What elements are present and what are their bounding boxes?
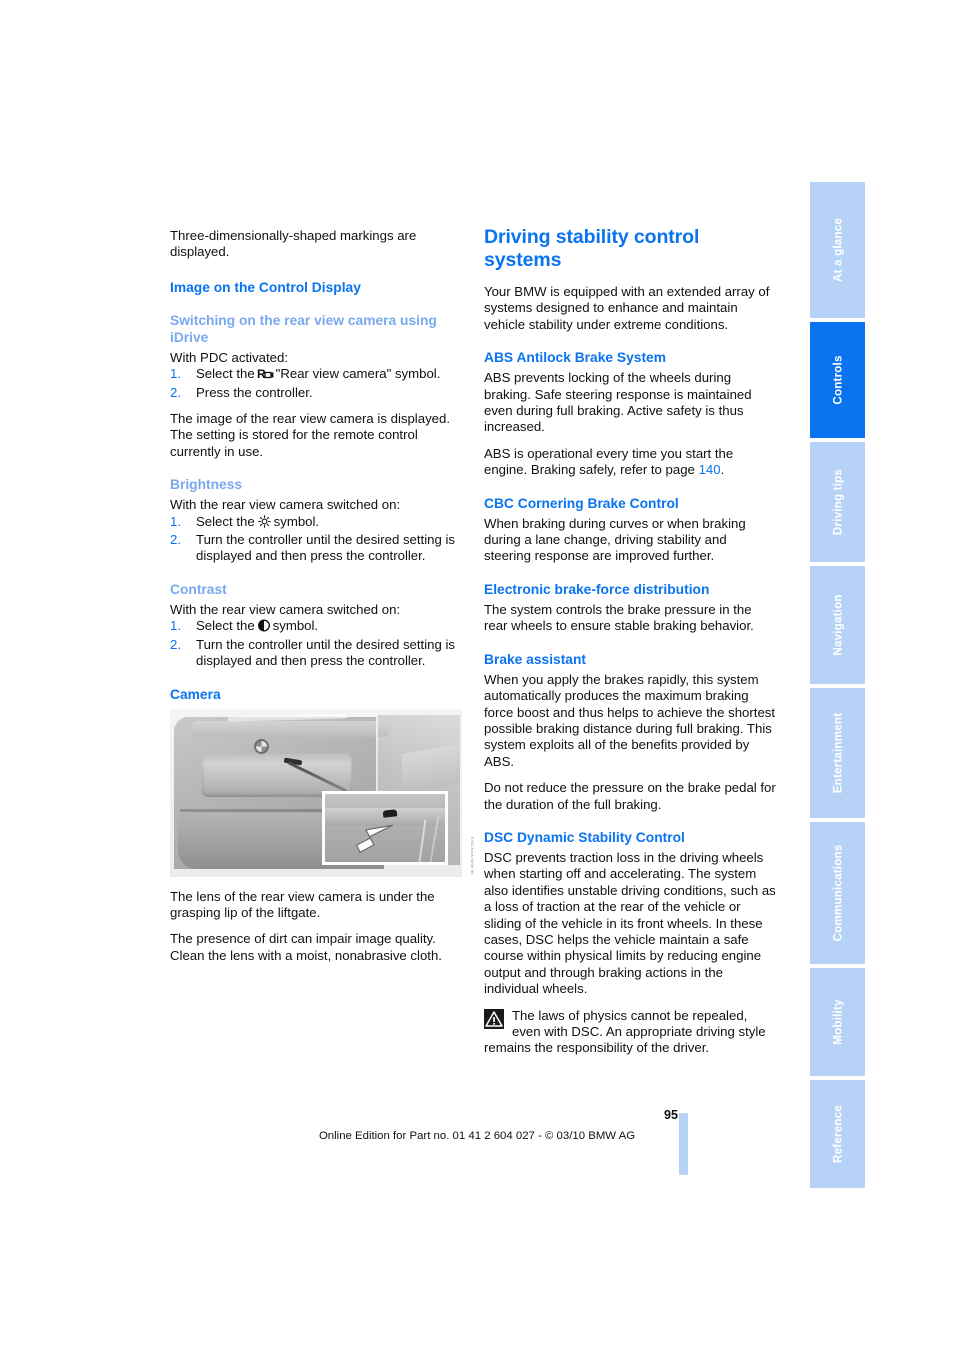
- manual-page: Three-dimensionally-shaped markings are …: [0, 0, 954, 1350]
- ebd-paragraph-1: The system controls the brake pressure i…: [484, 601, 754, 634]
- index-tab-navigation[interactable]: Navigation: [810, 566, 865, 684]
- warning-triangle-icon: [484, 1008, 504, 1029]
- heading-cbc: CBC Cornering Brake Control: [484, 495, 679, 511]
- list-item: 2. Press the controller.: [170, 385, 462, 401]
- contrast-steps: 1. Select the symbol. 2. Turn the controll…: [170, 618, 462, 669]
- cbc-paragraph-1: When braking during curves or when braki…: [484, 515, 746, 564]
- step-number: 1.: [170, 513, 181, 529]
- page-number: 95: [663, 1108, 678, 1122]
- step-text: Turn the controller until the desired se…: [196, 636, 455, 669]
- index-tab-communications[interactable]: Communications: [810, 822, 865, 964]
- abs-p2-text-post: .: [720, 462, 725, 478]
- heading-brake-assistant: Brake assistant: [484, 651, 587, 667]
- brake-assistant-paragraph-2: Do not reduce the pressure on the brake …: [484, 780, 776, 812]
- step-text-pre: Select the: [196, 513, 255, 529]
- heading-image-on-control-display: Image on the Control Display: [170, 279, 361, 295]
- index-tab-label: Navigation: [831, 594, 844, 656]
- index-tab-at-a-glance[interactable]: At a glance: [810, 182, 865, 318]
- heading-switching-on-rear-view-camera: Switching on the rear view camera using …: [170, 312, 437, 345]
- index-tab-entertainment[interactable]: Entertainment: [810, 688, 865, 818]
- step-text-pre: Select the: [196, 366, 255, 382]
- index-tab-label: Communications: [831, 844, 844, 942]
- bmw-roundel-icon: [254, 738, 269, 754]
- pointer-arrow-icon: [355, 824, 394, 853]
- index-tab-driving-tips[interactable]: Driving tips: [810, 442, 865, 562]
- list-item: 1. Select the symbol.: [170, 618, 462, 634]
- heading-camera: Camera: [170, 686, 221, 702]
- abs-paragraph-1: ABS prevents locking of the wheels durin…: [484, 370, 752, 435]
- index-tab-label: At a glance: [831, 217, 844, 283]
- page-number-bar: [679, 1113, 688, 1175]
- camera-text-2: The presence of dirt can impair image qu…: [170, 931, 442, 963]
- footer-text: Online Edition for Part no. 01 41 2 604 …: [318, 1130, 636, 1142]
- right-column: Driving stability control systems Your B…: [484, 226, 776, 1057]
- warning-note: The laws of physics cannot be repealed, …: [484, 1008, 776, 1057]
- contrast-half-circle-icon: [257, 619, 271, 632]
- step-number: 2.: [170, 384, 181, 400]
- switching-on-steps: 1. Select the R "Rear view camera" symbol…: [170, 366, 462, 401]
- brightness-sun-icon: [257, 514, 272, 528]
- index-tabs: At a glance Controls Driving tips Navigatio…: [810, 182, 865, 1192]
- list-item: 1. Select the symbol.: [170, 514, 462, 530]
- figure-credit: ENG.book Seite 95: [470, 836, 475, 875]
- switching-result-paragraph: The image of the rear view camera is dis…: [170, 411, 450, 459]
- pdc-activated-line: With PDC activated:: [170, 349, 288, 365]
- left-column: Three-dimensionally-shaped markings are …: [170, 228, 475, 974]
- brake-assistant-paragraph-1: When you apply the brakes rapidly, this …: [484, 671, 776, 769]
- step-text: Turn the controller until the desired se…: [196, 532, 455, 564]
- step-text: Press the controller.: [196, 384, 313, 400]
- index-tab-mobility[interactable]: Mobility: [810, 968, 865, 1076]
- dsc-paragraph-1: DSC prevents traction loss in the drivin…: [484, 849, 776, 997]
- driving-stability-intro: Your BMW is equipped with an extended ar…: [484, 284, 770, 332]
- list-item: 2. Turn the controller until the desired …: [170, 532, 462, 565]
- camera-text-1: The lens of the rear view camera is unde…: [170, 888, 435, 920]
- camera-lens-icon: [382, 808, 398, 818]
- warning-note-text: The laws of physics cannot be repealed, …: [484, 1007, 766, 1056]
- step-text-post: "Rear view camera" symbol.: [275, 366, 441, 382]
- heading-abs: ABS Antilock Brake System: [484, 350, 666, 366]
- heading-brightness: Brightness: [170, 477, 243, 493]
- footer: Online Edition for Part no. 01 41 2 604 …: [0, 1130, 954, 1142]
- page-reference-link[interactable]: 140: [699, 462, 721, 477]
- index-tab-controls[interactable]: Controls: [810, 322, 865, 438]
- index-tab-label: Entertainment: [831, 712, 844, 794]
- list-item: 1. Select the R "Rear view camera" symbol…: [170, 366, 462, 382]
- abs-p2-text-pre: ABS is operational every time you start …: [484, 445, 734, 478]
- step-text-post: symbol.: [272, 618, 319, 634]
- intro-paragraph: Three-dimensionally-shaped markings are …: [170, 228, 417, 260]
- step-number: 1.: [170, 366, 181, 382]
- page-title: Driving stability control systems: [484, 226, 700, 271]
- heading-dsc: DSC Dynamic Stability Control: [484, 829, 685, 845]
- abs-paragraph-2: ABS is operational every time you start …: [484, 446, 776, 479]
- list-item: 2. Turn the controller until the desired …: [170, 637, 462, 670]
- index-tab-label: Driving tips: [831, 468, 844, 536]
- step-number: 1.: [170, 618, 181, 634]
- step-text-post: symbol.: [273, 513, 320, 529]
- rear-view-camera-symbol-icon: R: [257, 367, 274, 380]
- heading-ebd: Electronic brake-force distribution: [484, 581, 710, 597]
- contrast-intro: With the rear view camera switched on:: [170, 601, 401, 617]
- camera-lens-detail-inset: [322, 790, 448, 865]
- brightness-steps: 1. Select the symbol. 2. Turn the contro…: [170, 514, 462, 565]
- step-number: 2.: [170, 532, 181, 548]
- camera-location-figure: ENG.book Seite 95: [170, 708, 475, 877]
- index-tab-label: Mobility: [831, 999, 844, 1045]
- step-text-pre: Select the: [196, 618, 255, 634]
- step-number: 2.: [170, 636, 181, 652]
- liftgate-photo: [170, 708, 462, 877]
- heading-contrast: Contrast: [170, 581, 227, 597]
- index-tab-label: Controls: [831, 355, 844, 405]
- brightness-intro: With the rear view camera switched on:: [170, 497, 401, 513]
